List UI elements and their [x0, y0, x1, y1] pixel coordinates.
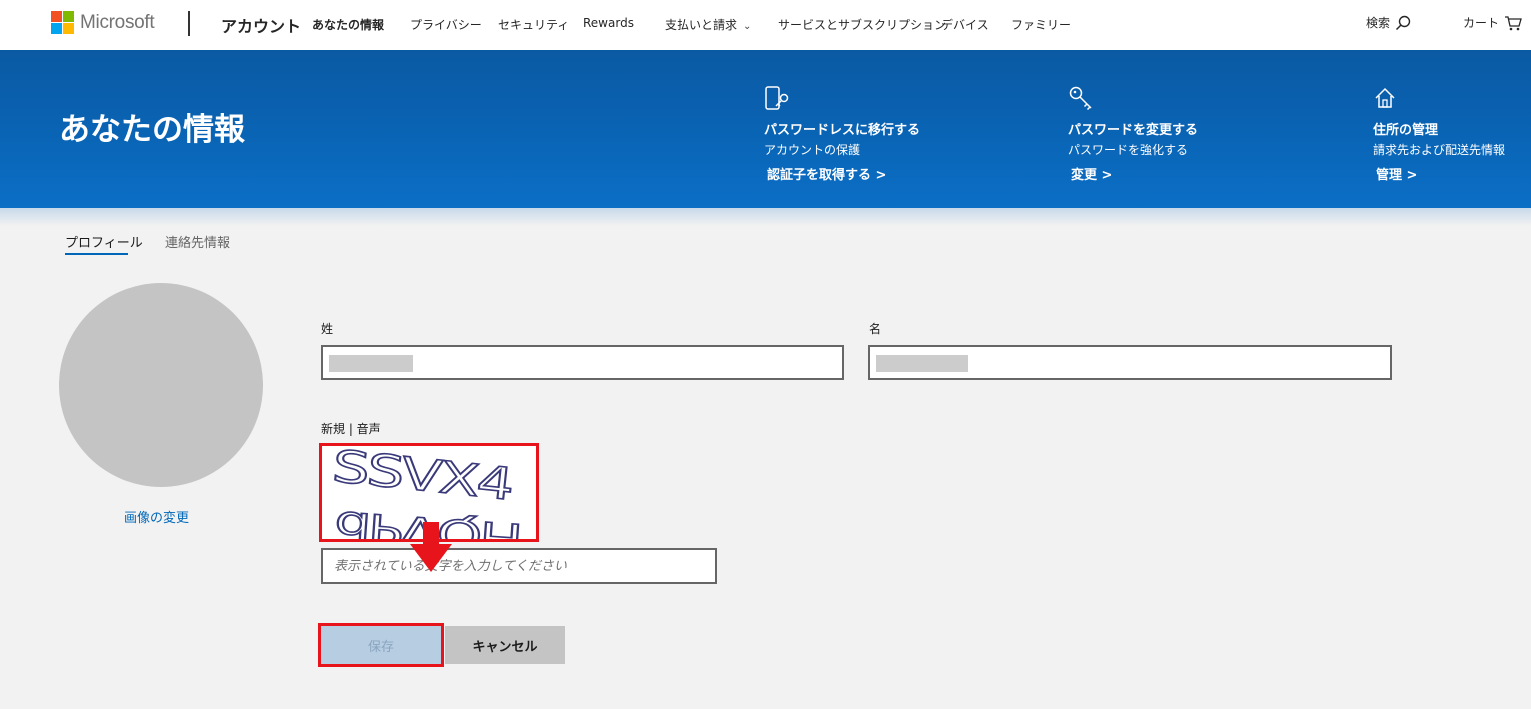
manage-address-card: 住所の管理 請求先および配送先情報 管理 > — [1373, 85, 1505, 183]
manage-address-heading: 住所の管理 — [1373, 123, 1439, 138]
top-navigation: Microsoft アカウント あなたの情報 プライバシー セキュリティ Rew… — [0, 0, 1531, 50]
page-banner: あなたの情報 パスワードレスに移行する アカウントの保護 認証子を取得する > … — [0, 50, 1531, 208]
nav-rewards[interactable]: Rewards — [583, 16, 634, 30]
search-button[interactable]: 検索 — [1366, 14, 1411, 31]
banner-shadow — [0, 208, 1531, 226]
account-home-link[interactable]: アカウント — [221, 13, 301, 37]
change-password-heading: パスワードを変更する — [1068, 123, 1199, 138]
nav-divider — [188, 11, 190, 36]
nav-services-subscriptions[interactable]: サービスとサブスクリプション — [778, 16, 946, 33]
cart-icon — [1505, 15, 1522, 30]
change-password-link[interactable]: 変更 > — [1071, 164, 1198, 183]
page-title: あなたの情報 — [59, 112, 245, 148]
change-password-sub: パスワードを強化する — [1068, 143, 1189, 157]
key-icon — [1069, 86, 1092, 111]
search-icon — [1395, 15, 1411, 30]
change-password-card: パスワードを変更する パスワードを強化する 変更 > — [1068, 85, 1198, 183]
nav-security[interactable]: セキュリティ — [498, 16, 569, 33]
redacted-value — [329, 355, 413, 372]
phone-key-icon — [765, 86, 789, 110]
avatar — [59, 283, 263, 487]
passwordless-card: パスワードレスに移行する アカウントの保護 認証子を取得する > — [764, 85, 920, 183]
cart-button[interactable]: カート — [1463, 14, 1522, 31]
manage-address-sub: 請求先および配送先情報 — [1373, 143, 1506, 157]
microsoft-logo[interactable]: Microsoft — [51, 11, 155, 34]
captcha-text-line1: SSVX4 — [330, 446, 514, 511]
cancel-button[interactable]: キャンセル — [445, 626, 565, 664]
first-name-field[interactable] — [868, 345, 1392, 380]
nav-your-info[interactable]: あなたの情報 — [312, 16, 384, 33]
cart-label: カート — [1463, 16, 1500, 30]
last-name-label: 姓 — [321, 322, 334, 336]
redacted-value — [876, 355, 968, 372]
nav-payment-billing-label: 支払いと請求 — [665, 18, 738, 32]
captcha-mode-links[interactable]: 新規 | 音声 — [321, 420, 381, 437]
home-icon — [1375, 87, 1395, 108]
nav-family[interactable]: ファミリー — [1011, 16, 1071, 33]
captcha-input-field[interactable] — [321, 548, 717, 584]
captcha-input[interactable] — [323, 550, 715, 582]
passwordless-sub: アカウントの保護 — [764, 143, 861, 157]
get-authenticator-link[interactable]: 認証子を取得する > — [767, 164, 920, 183]
tab-contact-info[interactable]: 連絡先情報 — [165, 232, 230, 251]
nav-devices[interactable]: デバイス — [941, 16, 989, 33]
manage-address-link[interactable]: 管理 > — [1376, 164, 1505, 183]
search-label: 検索 — [1366, 16, 1391, 30]
nav-payment-billing[interactable]: 支払いと請求 ⌄ — [665, 16, 751, 33]
chevron-down-icon: ⌄ — [743, 21, 752, 32]
tab-profile[interactable]: プロフィール — [65, 232, 143, 251]
microsoft-logo-icon — [51, 11, 74, 34]
save-button[interactable]: 保存 — [321, 626, 441, 664]
brand-name: Microsoft — [80, 11, 155, 33]
tab-active-indicator — [65, 253, 128, 255]
first-name-label: 名 — [869, 322, 882, 336]
change-image-link[interactable]: 画像の変更 — [124, 507, 189, 526]
red-arrow-down-icon — [410, 522, 452, 572]
nav-privacy[interactable]: プライバシー — [410, 16, 482, 33]
passwordless-heading: パスワードレスに移行する — [764, 123, 921, 138]
last-name-field[interactable] — [321, 345, 844, 380]
